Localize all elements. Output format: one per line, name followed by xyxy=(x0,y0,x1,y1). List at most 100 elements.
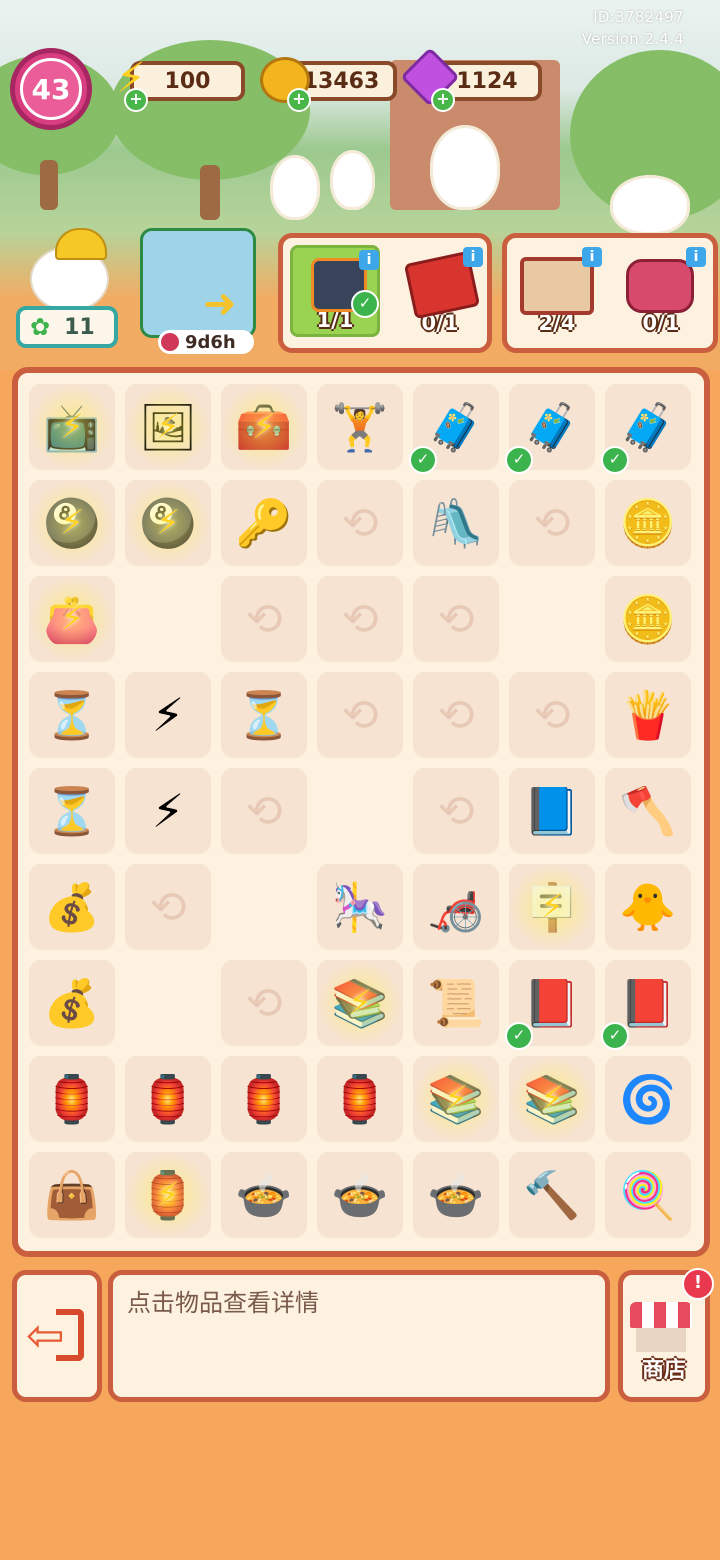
board-cell[interactable]: 🌀 xyxy=(605,1056,691,1142)
info-icon[interactable]: i xyxy=(359,250,379,270)
add-gems-button[interactable]: + xyxy=(431,88,455,112)
stand-icon: 🏮 xyxy=(235,1072,293,1126)
board-cell[interactable]: ⟲ xyxy=(125,864,211,950)
board-cell[interactable]: 🛝 xyxy=(413,480,499,566)
board-cell[interactable]: ⟲ xyxy=(317,672,403,758)
board-cell[interactable]: 🏮 xyxy=(317,1056,403,1142)
player-id: ID:3782497 xyxy=(593,8,684,26)
add-energy-button[interactable]: + xyxy=(124,88,148,112)
board-cell[interactable]: 👛⚡ xyxy=(29,576,115,662)
gem-value: 1124 xyxy=(456,68,518,94)
locked-cell-icon: ⟲ xyxy=(437,785,475,837)
add-coins-button[interactable]: + xyxy=(287,88,311,112)
board-cell[interactable]: ⟲ xyxy=(509,480,595,566)
board-cell[interactable]: ⚡ xyxy=(125,768,211,854)
board-cell[interactable]: 📘 xyxy=(509,768,595,854)
board-cell[interactable]: ⟲ xyxy=(509,672,595,758)
board-cell[interactable]: 📕 ✓ xyxy=(601,960,691,1050)
board-cell[interactable]: 🍟 xyxy=(605,672,691,758)
exit-icon: ⇦ xyxy=(26,1305,88,1365)
board-cell[interactable] xyxy=(125,960,211,1046)
board-cell[interactable]: ⏳ xyxy=(29,768,115,854)
worker-duck-avatar[interactable] xyxy=(25,228,110,312)
duck-figure xyxy=(270,155,320,220)
board-cell[interactable]: 🪙 xyxy=(605,480,691,566)
duck-bowl-icon: 🍲 xyxy=(331,1168,389,1222)
board-cell[interactable]: 🍲 xyxy=(317,1152,403,1238)
board-cell[interactable]: 🪓 xyxy=(605,768,691,854)
board-cell[interactable]: 🏮 xyxy=(29,1056,115,1142)
level-badge[interactable]: 43 xyxy=(10,48,92,130)
order-recipe-book[interactable]: i 2/4 xyxy=(512,245,602,337)
locked-cell-icon: ⟲ xyxy=(341,497,379,549)
board-cell[interactable]: 💰 xyxy=(29,960,115,1046)
board-cell[interactable]: 🍲 xyxy=(413,1152,499,1238)
coins-stack-icon: 💰 xyxy=(43,880,101,934)
locked-cell-icon: ⟲ xyxy=(149,881,187,933)
board-cell[interactable]: 🔑 xyxy=(221,480,307,566)
duck-figure xyxy=(430,125,500,210)
board-cell[interactable]: 🧳 ✓ xyxy=(505,384,595,474)
board-cell[interactable]: 🎠 xyxy=(317,864,403,950)
shop-button[interactable]: 商店 xyxy=(624,1290,704,1390)
board-cell[interactable] xyxy=(125,576,211,662)
board-cell[interactable]: 🍲 xyxy=(221,1152,307,1238)
board-cell[interactable]: ⟲ xyxy=(221,576,307,662)
board-cell[interactable]: 🧳 ✓ xyxy=(601,384,691,474)
board-cell[interactable]: 🎱⚡ xyxy=(125,480,211,566)
board-cell[interactable]: 👜 xyxy=(29,1152,115,1238)
board-cell[interactable]: 🧳 ✓ xyxy=(409,384,499,474)
info-icon[interactable]: i xyxy=(686,247,706,267)
board-cell[interactable]: ⟲ xyxy=(221,768,307,854)
locked-cell-icon: ⟲ xyxy=(341,689,379,741)
board-cell[interactable]: 💰 xyxy=(29,864,115,950)
board-cell[interactable]: 📜 xyxy=(413,960,499,1046)
event-portal[interactable]: ➜ xyxy=(140,228,256,338)
board-cell[interactable]: 🔨 xyxy=(509,1152,595,1238)
board-cell[interactable] xyxy=(317,768,403,854)
checkmark-icon: ✓ xyxy=(601,1022,629,1050)
board-cell[interactable]: 📚⚡ xyxy=(317,960,403,1046)
board-cell[interactable] xyxy=(221,864,307,950)
tree-trunk xyxy=(40,160,58,210)
board-cell[interactable]: 🪧⚡ xyxy=(509,864,595,950)
board-cell[interactable]: 🧰⚡ xyxy=(221,384,307,470)
exit-button[interactable]: ⇦ xyxy=(22,1300,92,1370)
board-cell[interactable]: ⏳ xyxy=(29,672,115,758)
board-cell[interactable]: ⟲ xyxy=(413,768,499,854)
board-cell[interactable]: ⏳ xyxy=(221,672,307,758)
board-cell[interactable]: ⟲ xyxy=(413,576,499,662)
board-cell[interactable]: 📚⚡ xyxy=(413,1056,499,1142)
board-cell[interactable]: ⟲ xyxy=(413,672,499,758)
order-bag[interactable]: i 0/1 xyxy=(616,245,706,337)
board-cell[interactable]: ⟲ xyxy=(221,960,307,1046)
energy-bolt-icon: ⚡ xyxy=(540,887,564,927)
board-cell[interactable]: 🪙 xyxy=(605,576,691,662)
order-book[interactable]: i 0/1 xyxy=(395,245,485,337)
board-cell[interactable] xyxy=(509,576,595,662)
board-cell[interactable]: 🏮⚡ xyxy=(125,1152,211,1238)
board-cell[interactable]: 🍭 xyxy=(605,1152,691,1238)
spin-coin-icon: 🌀 xyxy=(619,1072,677,1126)
board-cell[interactable]: ⟲ xyxy=(317,576,403,662)
board-cell[interactable]: 📕 ✓ xyxy=(505,960,595,1050)
order-toolbox[interactable]: ✓ i 1/1 xyxy=(290,245,380,337)
board-cell[interactable]: 🏋 xyxy=(317,384,403,470)
board-cell[interactable]: ⚡ xyxy=(125,672,211,758)
board-cell[interactable]: 📚⚡ xyxy=(509,1056,595,1142)
duck-bowl-icon: 🍲 xyxy=(427,1168,485,1222)
info-icon[interactable]: i xyxy=(582,247,602,267)
board-cell[interactable]: 🦽 xyxy=(413,864,499,950)
board-cell[interactable]: 🖼⚡ xyxy=(125,384,211,470)
board-cell[interactable]: ⟲ xyxy=(317,480,403,566)
friend-counter[interactable]: ✿ 11 xyxy=(16,306,118,348)
locked-cell-icon: ⟲ xyxy=(245,785,283,837)
coin-value: 13463 xyxy=(302,68,380,94)
board-cell[interactable]: 📺⚡ xyxy=(29,384,115,470)
board-cell[interactable]: 🏮 xyxy=(221,1056,307,1142)
board-cell[interactable]: 🏮 xyxy=(125,1056,211,1142)
board-cell[interactable]: 🎱⚡ xyxy=(29,480,115,566)
info-icon[interactable]: i xyxy=(463,247,483,267)
board-cell[interactable]: 🐥 xyxy=(605,864,691,950)
energy-bolt-icon: ⚡ xyxy=(444,1079,468,1119)
